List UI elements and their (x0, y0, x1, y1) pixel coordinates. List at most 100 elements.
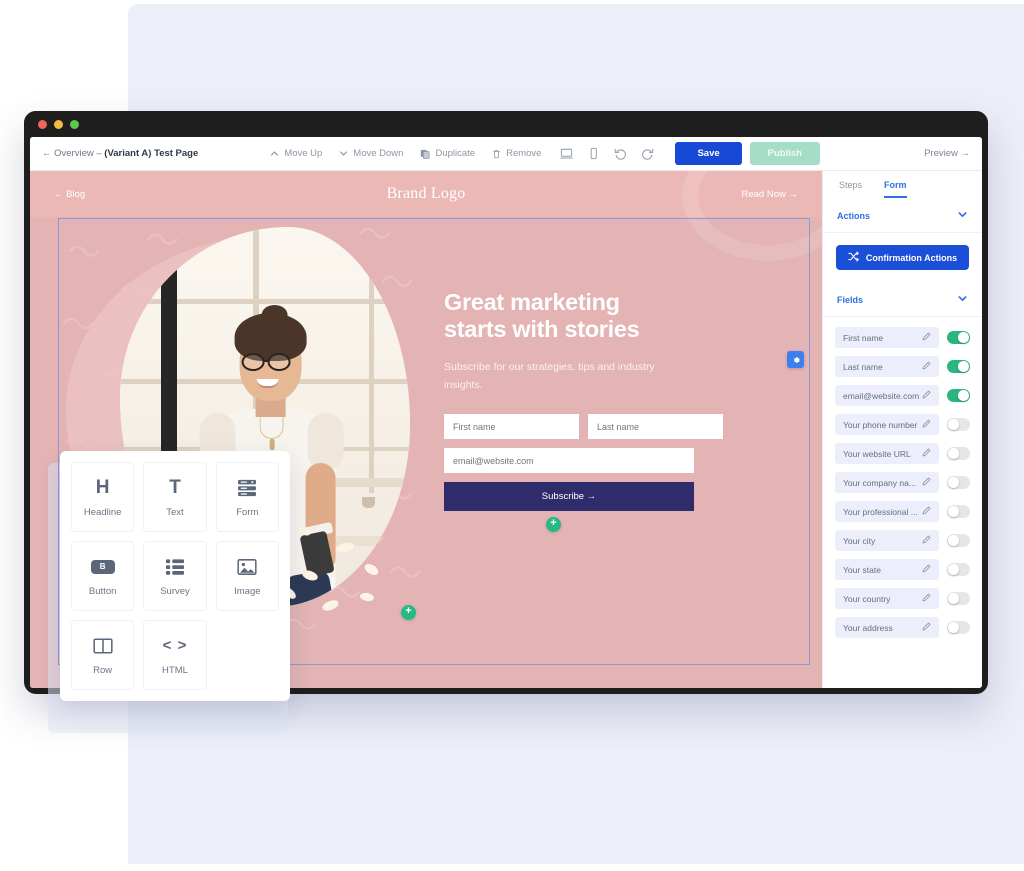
widget-picker-panel[interactable]: H Headline T Text Form B Button Survey Image Row <… (60, 451, 290, 701)
brand-logo: Brand Logo (386, 185, 466, 202)
save-button[interactable]: Save (675, 142, 742, 165)
field-pill[interactable]: Your professional ... (835, 501, 939, 522)
signup-form[interactable]: Subscribe → (444, 414, 723, 512)
editor-toolbar: ← Overview – (Variant A) Test Page Move … (30, 137, 982, 171)
edit-pencil-icon[interactable] (922, 593, 931, 604)
widget-label: Image (234, 585, 261, 597)
hero-copy: Great marketing starts with stories Subs… (444, 289, 723, 512)
field-pill[interactable]: Last name (835, 356, 939, 377)
last-name-input[interactable] (588, 414, 723, 440)
field-toggle[interactable] (947, 418, 970, 431)
field-label: Your address (843, 622, 893, 633)
window-titlebar (24, 111, 988, 137)
widget-card-survey[interactable]: Survey (143, 541, 207, 611)
undo-icon[interactable] (613, 146, 628, 161)
field-toggle[interactable] (947, 476, 970, 489)
widget-card-html[interactable]: < > HTML (143, 620, 207, 690)
field-toggle[interactable] (947, 447, 970, 460)
hero-subheadline[interactable]: Subscribe for our strategies, tips and i… (444, 358, 694, 395)
chevron-down-icon (957, 209, 968, 223)
subscribe-button[interactable]: Subscribe → (444, 482, 694, 512)
field-pill[interactable]: Your website URL (835, 443, 939, 464)
widget-card-form[interactable]: Form (215, 462, 279, 532)
widget-card-button[interactable]: B Button (71, 541, 135, 611)
field-row: Your address (823, 613, 982, 642)
edit-pencil-icon[interactable] (922, 477, 931, 488)
publish-button[interactable]: Publish (749, 142, 820, 165)
add-element-below-form-button[interactable]: + (546, 517, 561, 532)
fields-list[interactable]: First name Last name email@website.com Your… (823, 317, 982, 688)
field-pill[interactable]: Your country (835, 588, 939, 609)
edit-pencil-icon[interactable] (922, 361, 931, 372)
duplicate-button[interactable]: Duplicate (420, 148, 475, 159)
field-label: Your country (843, 593, 891, 604)
field-row: First name (823, 323, 982, 352)
field-pill[interactable]: Your phone number (835, 414, 939, 435)
widget-card-text[interactable]: T Text (143, 462, 207, 532)
actions-section-header[interactable]: Actions (823, 198, 982, 233)
field-toggle[interactable] (947, 360, 970, 373)
field-label: Last name (843, 361, 883, 372)
move-down-label: Move Down (353, 148, 404, 159)
field-pill[interactable]: Your state (835, 559, 939, 580)
fields-section-header[interactable]: Fields (823, 282, 982, 317)
nav-blog-link[interactable]: ← Blog (54, 189, 85, 200)
field-toggle[interactable] (947, 505, 970, 518)
field-pill[interactable]: Your address (835, 617, 939, 638)
field-pill[interactable]: First name (835, 327, 939, 348)
row-icon (93, 635, 113, 657)
field-toggle[interactable] (947, 389, 970, 402)
preview-link[interactable]: Preview → (924, 148, 970, 159)
maximize-window-button[interactable] (70, 119, 79, 129)
confirmation-actions-button[interactable]: Confirmation Actions (836, 245, 969, 270)
desktop-view-icon[interactable] (559, 146, 574, 161)
remove-button[interactable]: Remove (492, 148, 541, 159)
widget-card-headline[interactable]: H Headline (71, 462, 135, 532)
field-pill[interactable]: email@website.com (835, 385, 939, 406)
confirmation-actions-wrap: Confirmation Actions (823, 233, 982, 282)
minimize-window-button[interactable] (54, 119, 63, 129)
close-window-button[interactable] (38, 119, 47, 129)
field-toggle[interactable] (947, 534, 970, 547)
edit-pencil-icon[interactable] (922, 390, 931, 401)
move-down-button[interactable]: Move Down (339, 148, 403, 159)
field-toggle[interactable] (947, 563, 970, 576)
field-row: Your city (823, 526, 982, 555)
add-section-button[interactable]: + (401, 605, 416, 620)
first-name-input[interactable] (444, 414, 579, 440)
edit-pencil-icon[interactable] (922, 506, 931, 517)
widget-card-row[interactable]: Row (71, 620, 135, 690)
tab-form[interactable]: Form (884, 180, 907, 198)
hero-headline[interactable]: Great marketing starts with stories (444, 289, 694, 344)
field-row: Your website URL (823, 439, 982, 468)
edit-pencil-icon[interactable] (922, 622, 931, 633)
move-up-button[interactable]: Move Up (270, 148, 322, 159)
email-input[interactable] (444, 448, 694, 474)
mobile-view-icon[interactable] (586, 146, 601, 161)
field-row: Last name (823, 352, 982, 381)
chevron-down-icon (339, 149, 348, 158)
field-pill[interactable]: Your company na... (835, 472, 939, 493)
field-toggle[interactable] (947, 592, 970, 605)
field-label: email@website.com (843, 390, 920, 401)
edit-pencil-icon[interactable] (922, 564, 931, 575)
redo-icon[interactable] (640, 146, 655, 161)
tab-steps[interactable]: Steps (839, 180, 862, 198)
edit-pencil-icon[interactable] (922, 448, 931, 459)
nav-read-now-link[interactable]: Read Now → (742, 189, 799, 200)
field-pill[interactable]: Your city (835, 530, 939, 551)
breadcrumb-page: (Variant A) Test Page (104, 148, 199, 159)
edit-pencil-icon[interactable] (922, 332, 931, 343)
field-row: Your professional ... (823, 497, 982, 526)
element-settings-gear-icon[interactable] (787, 351, 804, 368)
text-icon: T (169, 477, 181, 498)
sidebar-tabs: Steps Form (823, 171, 982, 198)
breadcrumb[interactable]: ← Overview – (Variant A) Test Page (42, 148, 198, 159)
field-toggle[interactable] (947, 331, 970, 344)
edit-pencil-icon[interactable] (922, 419, 931, 430)
widget-card-image[interactable]: Image (215, 541, 279, 611)
remove-label: Remove (506, 148, 542, 159)
edit-pencil-icon[interactable] (922, 535, 931, 546)
field-toggle[interactable] (947, 621, 970, 634)
viewport-and-history-icons (559, 146, 655, 161)
